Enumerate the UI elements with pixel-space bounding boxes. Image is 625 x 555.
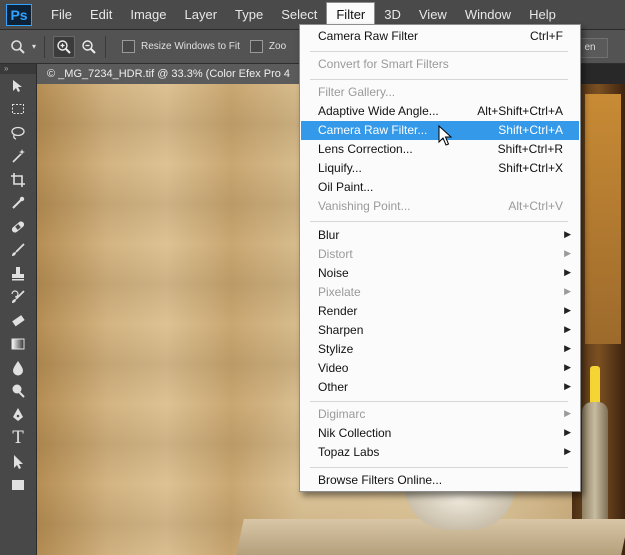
mouse-cursor-icon	[438, 124, 453, 152]
menu-item-topaz-labs[interactable]: Topaz Labs ▶	[301, 443, 579, 462]
path-select-icon[interactable]	[0, 450, 36, 474]
menu-layer[interactable]: Layer	[176, 3, 227, 27]
menu-separator	[310, 221, 568, 222]
menu-item-nik-collection[interactable]: Nik Collection ▶	[301, 424, 579, 443]
menu-item-adaptive-wide-angle[interactable]: Adaptive Wide Angle... Alt+Shift+Ctrl+A	[301, 102, 579, 121]
menu-item-last-filter[interactable]: Camera Raw Filter Ctrl+F	[301, 27, 579, 46]
menu-window[interactable]: Window	[456, 3, 520, 27]
marquee-icon[interactable]	[0, 98, 36, 122]
submenu-arrow-icon: ▶	[564, 343, 571, 353]
menu-edit[interactable]: Edit	[81, 3, 121, 27]
filter-dropdown-menu: Camera Raw Filter Ctrl+F Convert for Smar…	[299, 24, 581, 492]
menu-select[interactable]: Select	[272, 3, 326, 27]
move-tool-icon[interactable]	[0, 74, 36, 98]
zoom-tool-icon[interactable]	[8, 37, 28, 57]
menu-item-oil-paint[interactable]: Oil Paint...	[301, 178, 579, 197]
submenu-arrow-icon: ▶	[564, 324, 571, 334]
menu-item-liquify[interactable]: Liquify... Shift+Ctrl+X	[301, 159, 579, 178]
photoshop-logo-icon[interactable]: Ps	[6, 3, 32, 26]
menu-help[interactable]: Help	[520, 3, 565, 27]
zoom-in-icon[interactable]	[53, 35, 75, 58]
menu-item-pixelate[interactable]: Pixelate ▶	[301, 283, 579, 302]
menu-item-video[interactable]: Video ▶	[301, 359, 579, 378]
menu-item-convert-smart-filters[interactable]: Convert for Smart Filters	[301, 55, 579, 74]
menu-item-filter-gallery[interactable]: Filter Gallery...	[301, 83, 579, 102]
history-brush-icon[interactable]	[0, 286, 36, 310]
type-icon[interactable]: T	[0, 427, 36, 451]
zoom-out-icon[interactable]	[79, 37, 99, 57]
menu-item-browse-filters-online[interactable]: Browse Filters Online...	[301, 471, 579, 490]
tools-panel: » T	[0, 64, 37, 555]
resize-windows-label: Resize Windows to Fit	[141, 41, 240, 52]
menu-separator	[310, 79, 568, 80]
menu-item-sharpen[interactable]: Sharpen ▶	[301, 321, 579, 340]
resize-windows-checkbox[interactable]	[122, 40, 135, 53]
gradient-icon[interactable]	[0, 333, 36, 357]
stamp-icon[interactable]	[0, 262, 36, 286]
blur-icon[interactable]	[0, 356, 36, 380]
submenu-arrow-icon: ▶	[564, 286, 571, 296]
brush-icon[interactable]	[0, 239, 36, 263]
zoom-all-checkbox[interactable]	[249, 40, 263, 53]
menu-item-noise[interactable]: Noise ▶	[301, 264, 579, 283]
healing-icon[interactable]	[0, 215, 36, 239]
zoom-all-label: Zoo	[268, 41, 287, 52]
menu-file[interactable]: File	[42, 3, 81, 27]
candle-image	[590, 366, 600, 404]
menu-separator	[310, 467, 568, 468]
menu-separator	[310, 401, 568, 402]
submenu-arrow-icon: ▶	[564, 248, 571, 258]
menu-separator	[310, 51, 568, 52]
eyedropper-icon[interactable]	[0, 192, 36, 216]
crop-icon[interactable]	[0, 168, 36, 192]
submenu-arrow-icon: ▶	[564, 381, 571, 391]
menu-view[interactable]: View	[410, 3, 456, 27]
options-separator	[44, 35, 45, 58]
menu-3d[interactable]: 3D	[375, 3, 410, 27]
document-tab[interactable]: © _MG_7234_HDR.tif @ 33.3% (Color Efex P…	[37, 64, 337, 84]
menu-item-other[interactable]: Other ▶	[301, 378, 579, 397]
lasso-icon[interactable]	[0, 121, 36, 145]
options-separator	[105, 35, 106, 58]
menu-item-distort[interactable]: Distort ▶	[301, 245, 579, 264]
magic-wand-icon[interactable]	[0, 145, 36, 169]
submenu-arrow-icon: ▶	[564, 362, 571, 372]
submenu-arrow-icon: ▶	[564, 408, 571, 418]
menu-item-stylize[interactable]: Stylize ▶	[301, 340, 579, 359]
menu-image[interactable]: Image	[121, 3, 175, 27]
panel-grip[interactable]: »	[0, 64, 36, 74]
menu-item-digimarc[interactable]: Digimarc ▶	[301, 405, 579, 424]
eraser-icon[interactable]	[0, 309, 36, 333]
pen-icon[interactable]	[0, 403, 36, 427]
submenu-arrow-icon: ▶	[564, 267, 571, 277]
menu-item-blur[interactable]: Blur ▶	[301, 226, 579, 245]
menu-type[interactable]: Type	[226, 3, 272, 27]
submenu-arrow-icon: ▶	[564, 229, 571, 239]
submenu-arrow-icon: ▶	[564, 446, 571, 456]
tool-preset-dropdown-icon[interactable]: ▾	[30, 37, 38, 57]
dodge-icon[interactable]	[0, 380, 36, 404]
submenu-arrow-icon: ▶	[564, 305, 571, 315]
submenu-arrow-icon: ▶	[564, 427, 571, 437]
menu-item-render[interactable]: Render ▶	[301, 302, 579, 321]
window-glass-image	[585, 94, 621, 344]
menu-item-vanishing-point[interactable]: Vanishing Point... Alt+Ctrl+V	[301, 197, 579, 216]
rectangle-tool-icon[interactable]	[0, 474, 36, 498]
